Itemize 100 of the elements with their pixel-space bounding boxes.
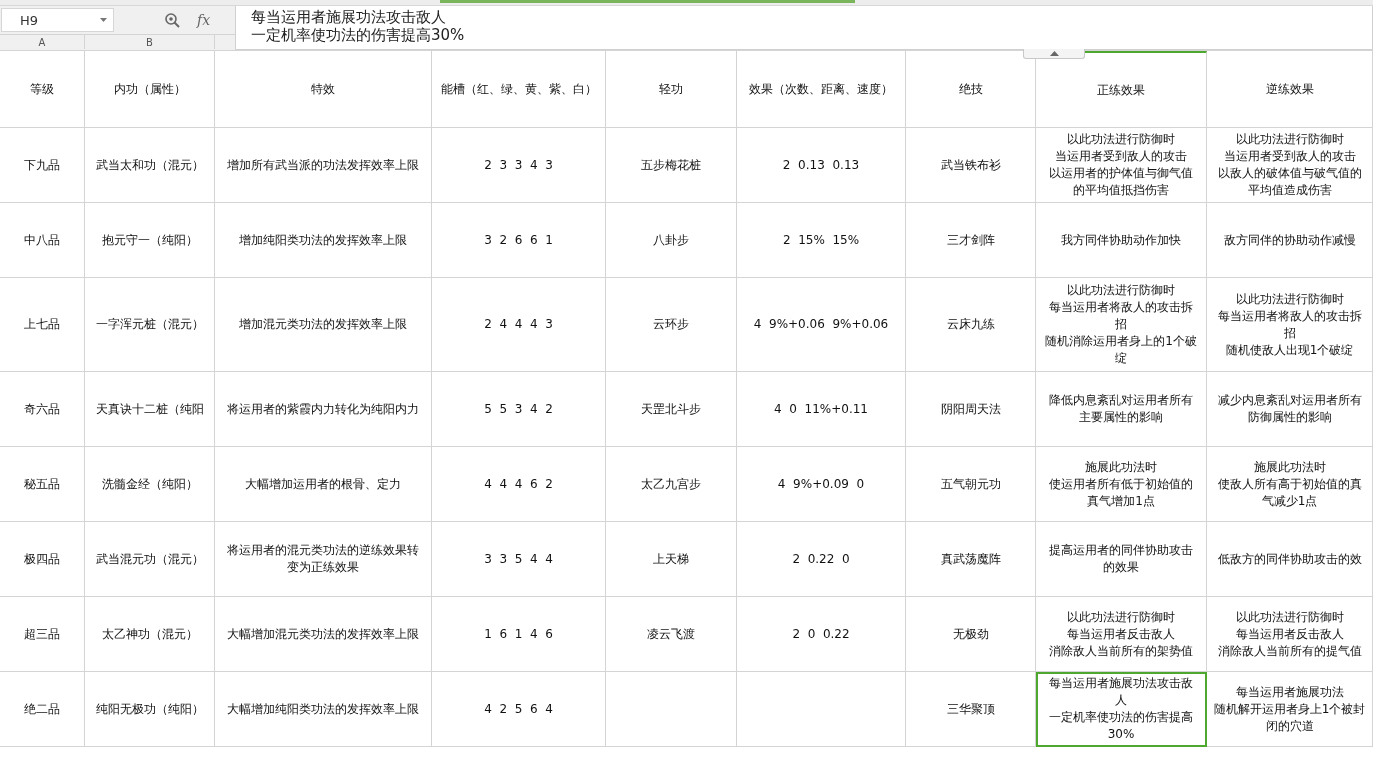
table-cell[interactable]: 上七品 [0, 278, 85, 372]
table-cell[interactable]: 2 3 3 4 3 [432, 128, 606, 203]
table-cell[interactable]: 八卦步 [606, 203, 737, 278]
table-cell[interactable]: 一字浑元桩（混元） [85, 278, 215, 372]
table-cell[interactable]: 凌云飞渡 [606, 597, 737, 672]
cell-text-line: 随机解开运用者身上1个被封 [1213, 700, 1366, 718]
table-cell[interactable]: 天罡北斗步 [606, 372, 737, 447]
cell-background[interactable]: 每当运用者施展功法 随机解开运用者身上1个被封 闭的穴道 [1207, 672, 1373, 747]
table-cell[interactable]: 大幅增加混元类功法的发挥效率上限 [215, 597, 432, 672]
table-cell[interactable]: 4 9%+0.06 9%+0.06 [737, 278, 906, 372]
column-title: 逆练效果 [1207, 51, 1373, 128]
column-title: 效果（次数、距离、速度） [737, 51, 906, 128]
table-cell[interactable] [737, 672, 906, 747]
cell-text-line: 变为正练效果 [287, 559, 359, 576]
cell-background[interactable]: 以此功法进行防御时 当运用者受到敌人的攻击 以运用者的护体值与御气值 的平均值抵挡伤害 [1036, 128, 1207, 203]
table-cell[interactable]: 纯阳无极功（纯阳） [85, 672, 215, 747]
cell-text-line: 防御属性的影响 [1247, 409, 1332, 426]
cell-background[interactable]: 提高运用者的同伴协助攻击 的效果 [1036, 522, 1207, 597]
cell-text-line: 的效果 [1103, 559, 1139, 576]
table-cell[interactable]: 大幅增加运用者的根骨、定力 [215, 447, 432, 522]
cell-text-line: 使运用者所有低于初始值的 [1049, 475, 1193, 493]
table-cell[interactable]: 2 0 0.22 [737, 597, 906, 672]
table-cell[interactable]: 4 4 4 6 2 [432, 447, 606, 522]
table-cell[interactable]: 三才剑阵 [906, 203, 1036, 278]
cell-text-line: 人 [1115, 692, 1127, 709]
cell-text-line: 施展此功法时 [1253, 458, 1326, 476]
table-cell[interactable]: 武当太和功（混元） [85, 128, 215, 203]
collapse-button[interactable] [1023, 49, 1085, 59]
cell-text-line: 的平均值抵挡伤害 [1073, 182, 1169, 199]
table-cell[interactable]: 无极劲 [906, 597, 1036, 672]
cell-background[interactable]: 以此功法进行防御时 每当运用者将敌人的攻击拆 招 随机使敌人出现1个破绽 [1207, 278, 1373, 372]
formula-field[interactable]: 每当运用者施展功法攻击敌人 一定机率使功法的伤害提高30% [235, 6, 1373, 50]
table-cell[interactable]: 增加混元类功法的发挥效率上限 [215, 278, 432, 372]
name-box[interactable]: H9 [1, 8, 114, 33]
dropdown-caret-icon [100, 18, 107, 23]
table-cell[interactable]: 上天梯 [606, 522, 737, 597]
table-cell[interactable]: 2 0.22 0 [737, 522, 906, 597]
cell-background[interactable]: 以此功法进行防御时 每当运用者将敌人的攻击拆 招 随机消除运用者身上的1个破 绽 [1036, 278, 1207, 372]
table-cell[interactable]: 洗髓金经（纯阳） [85, 447, 215, 522]
table-cell[interactable]: 4 0 11%+0.11 [737, 372, 906, 447]
table-cell[interactable]: 4 2 5 6 4 [432, 672, 606, 747]
table-cell[interactable]: 2 4 4 4 3 [432, 278, 606, 372]
cell-background[interactable]: 以此功法进行防御时 每当运用者反击敌人 消除敌人当前所有的架势值 [1036, 597, 1207, 672]
cell-text-line: 每当运用者将敌人的攻击拆 [1217, 307, 1362, 325]
table-cell[interactable]: 极四品 [0, 522, 85, 597]
table-cell[interactable] [606, 672, 737, 747]
cell-text-line: 一定机率使功法的伤害提高 [1049, 709, 1193, 726]
table-cell[interactable]: 大幅增加纯阳类功法的发挥效率上限 [215, 672, 432, 747]
table-cell[interactable]: 将运用者的紫霞内力转化为纯阳内力 [215, 372, 432, 447]
table-cell[interactable]: 太乙神功（混元） [85, 597, 215, 672]
formula-text-line: 一定机率使功法的伤害提高30% [251, 26, 466, 44]
cell-background[interactable]: 将运用者的混元类功法的逆练效果转 变为正练效果 [215, 522, 432, 597]
cell-text-line: 以此功法进行防御时 [1235, 290, 1344, 308]
table-cell[interactable]: 我方同伴协助动作加快 [1036, 203, 1207, 278]
table-cell[interactable]: 抱元守一（纯阳） [85, 203, 215, 278]
table-cell[interactable]: 真武荡魔阵 [906, 522, 1036, 597]
cell-background[interactable]: 以此功法进行防御时 每当运用者反击敌人 消除敌人当前所有的提气值 [1207, 597, 1373, 672]
zoom-icon[interactable] [165, 12, 180, 28]
table-cell[interactable]: 低敌方的同伴协助攻击的效 [1207, 522, 1373, 597]
table-cell[interactable]: 增加所有武当派的功法发挥效率上限 [215, 128, 432, 203]
cell-background[interactable]: 降低内息紊乱对运用者所有 主要属性的影响 [1036, 372, 1207, 447]
cell-background[interactable]: 以此功法进行防御时 当运用者受到敌人的攻击 以敌人的破体值与破气值的 平均值造成伤害 [1207, 128, 1373, 203]
cell-text-line: 招 [1283, 324, 1296, 342]
table-cell[interactable]: 秘五品 [0, 447, 85, 522]
table-cell[interactable]: 敌方同伴的协助动作减慢 [1207, 203, 1373, 278]
table-cell[interactable]: 2 0.13 0.13 [737, 128, 906, 203]
cell-text-line: 以敌人的破体值与破气值的 [1217, 165, 1362, 182]
table-cell[interactable]: 阴阳周天法 [906, 372, 1036, 447]
table-cell[interactable]: 奇六品 [0, 372, 85, 447]
cell-background[interactable]: 每当运用者施展功法攻击敌 人 一定机率使功法的伤害提高 30% [1036, 672, 1207, 747]
table-cell[interactable]: 五气朝元功 [906, 447, 1036, 522]
table-cell[interactable]: 3 2 6 6 1 [432, 203, 606, 278]
table-cell[interactable]: 三华聚顶 [906, 672, 1036, 747]
column-header[interactable]: A [0, 35, 85, 50]
cell-text-line: 招 [1115, 316, 1127, 333]
table-cell[interactable]: 2 15% 15% [737, 203, 906, 278]
cell-text-line: 将运用者的混元类功法的逆练效果转 [227, 542, 419, 559]
table-cell[interactable]: 太乙九宫步 [606, 447, 737, 522]
column-title: 等级 [0, 51, 85, 128]
table-cell[interactable]: 4 9%+0.09 0 [737, 447, 906, 522]
table-cell[interactable]: 5 5 3 4 2 [432, 372, 606, 447]
cell-background[interactable]: 施展此功法时 使运用者所有低于初始值的 真气增加1点 [1036, 447, 1207, 522]
cell-background[interactable]: 施展此功法时 使敌人所有高于初始值的真 气减少1点 [1207, 447, 1373, 522]
table-cell[interactable]: 云环步 [606, 278, 737, 372]
table-cell[interactable]: 天真诀十二桩（纯阳 [85, 372, 215, 447]
table-cell[interactable]: 绝二品 [0, 672, 85, 747]
table-cell[interactable]: 云床九练 [906, 278, 1036, 372]
table-cell[interactable]: 五步梅花桩 [606, 128, 737, 203]
table-cell[interactable]: 增加纯阳类功法的发挥效率上限 [215, 203, 432, 278]
table-cell[interactable]: 武当混元功（混元） [85, 522, 215, 597]
table-cell[interactable]: 中八品 [0, 203, 85, 278]
table-cell[interactable]: 下九品 [0, 128, 85, 203]
table-cell[interactable]: 武当铁布衫 [906, 128, 1036, 203]
table-cell[interactable]: 1 6 1 4 6 [432, 597, 606, 672]
function-button[interactable]: fx [197, 12, 211, 29]
table-cell[interactable]: 超三品 [0, 597, 85, 672]
column-header[interactable]: B [85, 35, 215, 50]
cell-background[interactable]: 减少内息紊乱对运用者所有 防御属性的影响 [1207, 372, 1373, 447]
table-cell[interactable]: 3 3 5 4 4 [432, 522, 606, 597]
cell-text-line: 气减少1点 [1261, 492, 1318, 510]
